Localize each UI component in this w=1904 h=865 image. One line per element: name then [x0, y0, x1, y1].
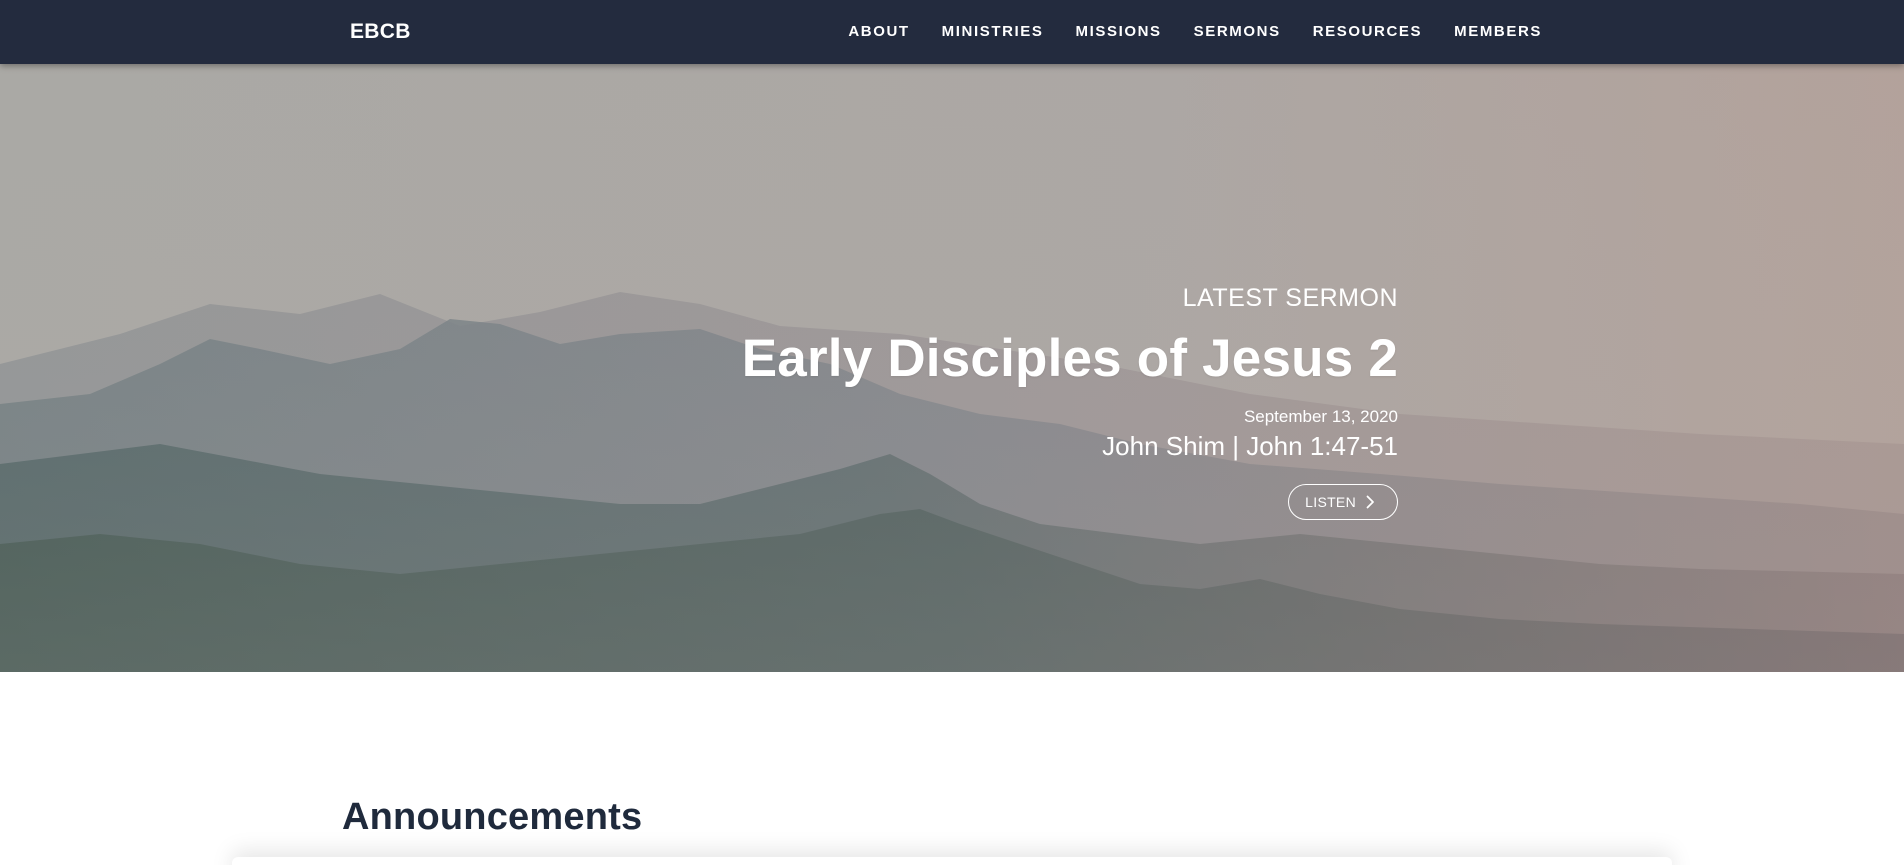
latest-sermon-block: LATEST SERMON Early Disciples of Jesus 2…	[742, 282, 1398, 520]
sermon-date: September 13, 2020	[1243, 407, 1398, 426]
nav-menu: ABOUT MINISTRIES MISSIONS SERMONS RESOUR…	[848, 0, 1542, 64]
sermon-title: Early Disciples of Jesus 2	[741, 329, 1398, 388]
nav-item-about: ABOUT	[848, 23, 909, 41]
nav-item-missions: MISSIONS	[1076, 23, 1162, 41]
top-navbar: EBCB ABOUT MINISTRIES MISSIONS SERMONS R…	[0, 0, 1904, 64]
nav-link-about[interactable]: ABOUT	[848, 23, 909, 40]
announcements-card	[232, 857, 1672, 865]
nav-link-sermons[interactable]: SERMONS	[1194, 23, 1281, 40]
chevron-right-icon	[1366, 495, 1374, 509]
listen-button-label: LISTEN	[1305, 494, 1356, 510]
sermon-speaker-passage: John Shim | John 1:47-51	[1102, 431, 1398, 461]
hero-banner: LATEST SERMON Early Disciples of Jesus 2…	[0, 64, 1904, 672]
nav-item-ministries: MINISTRIES	[942, 23, 1044, 41]
listen-button[interactable]: LISTEN	[1288, 484, 1398, 520]
latest-sermon-label: LATEST SERMON	[1182, 284, 1398, 312]
nav-link-missions[interactable]: MISSIONS	[1076, 23, 1162, 40]
nav-item-resources: RESOURCES	[1313, 23, 1422, 41]
nav-item-members: MEMBERS	[1454, 23, 1542, 41]
nav-link-resources[interactable]: RESOURCES	[1313, 23, 1422, 40]
announcements-heading: Announcements	[342, 796, 643, 838]
nav-item-sermons: SERMONS	[1194, 23, 1281, 41]
nav-link-ministries[interactable]: MINISTRIES	[942, 23, 1044, 40]
nav-link-members[interactable]: MEMBERS	[1454, 23, 1542, 40]
brand-logo-link[interactable]: EBCB	[350, 0, 411, 64]
